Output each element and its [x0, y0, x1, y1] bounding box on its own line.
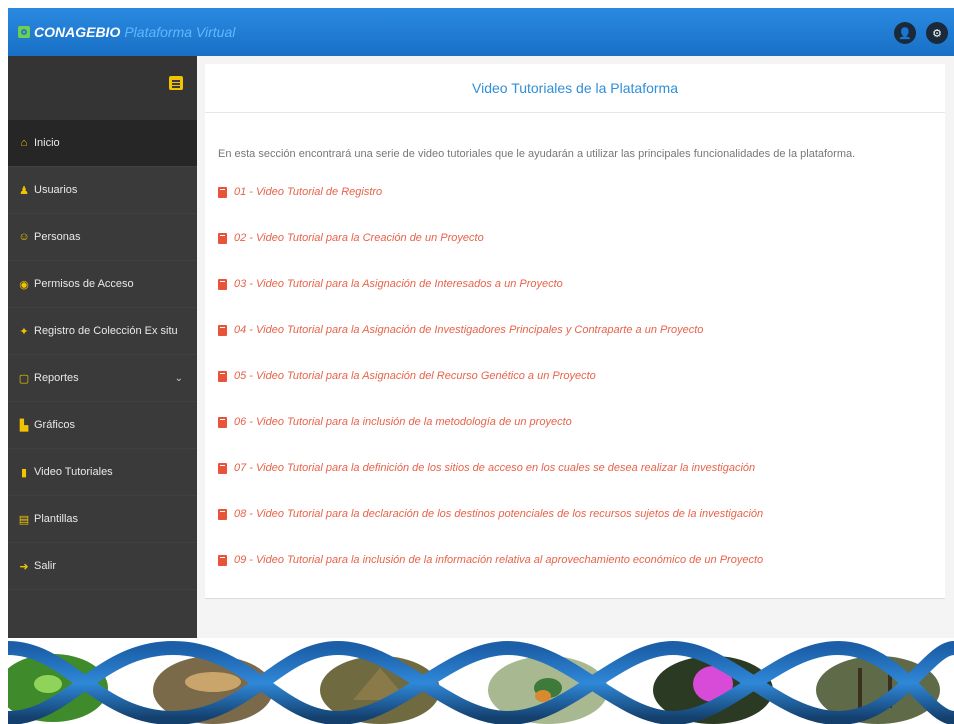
video-link-02[interactable]: 02 - Video Tutorial para la Creación de … — [218, 232, 763, 278]
sidebar-item-label: Salir — [34, 560, 57, 572]
sidebar-nav: ⌂ Inicio ♟ Usuarios ☺ Personas ◉ Permiso… — [8, 120, 197, 590]
sidebar-item-label: Plantillas — [34, 513, 79, 525]
conagebio-logo-icon — [18, 26, 30, 38]
video-link-09[interactable]: 09 - Video Tutorial para la inclusión de… — [218, 554, 763, 600]
chevron-down-icon[interactable]: ⌄ — [175, 373, 183, 384]
book-icon — [218, 325, 227, 336]
dna-helix-banner-image — [8, 640, 954, 724]
book-icon: ▮ — [20, 466, 28, 479]
exit-icon: ➜ — [19, 560, 29, 573]
book-icon — [218, 371, 227, 382]
tree-trunk — [858, 668, 862, 708]
biodiversity-banner — [8, 638, 954, 724]
video-link-label: 04 - Video Tutorial para la Asignación d… — [234, 324, 704, 336]
sidebar-header — [8, 56, 197, 120]
book-icon — [218, 279, 227, 290]
sidebar-item-label: Usuarios — [34, 184, 78, 196]
video-link-label: 02 - Video Tutorial para la Creación de … — [234, 232, 484, 244]
people-icon: ☺ — [18, 231, 30, 243]
brand-name: CONAGEBIO — [34, 24, 121, 40]
video-link-03[interactable]: 03 - Video Tutorial para la Asignación d… — [218, 278, 763, 324]
sidebar-item-label: Reportes — [34, 372, 79, 384]
sidebar-item-label: Permisos de Acceso — [34, 278, 134, 290]
users-icon: ♟ — [19, 184, 29, 197]
sidebar-item-label: Gráficos — [34, 419, 75, 431]
page-title: Video Tutoriales de la Plataforma — [205, 64, 945, 113]
book-icon — [218, 555, 227, 566]
video-link-label: 09 - Video Tutorial para la inclusión de… — [234, 554, 764, 566]
video-link-label: 08 - Video Tutorial para la declaración … — [234, 508, 764, 520]
mushroom-cap — [185, 672, 241, 692]
book-icon — [218, 233, 227, 244]
book-icon — [218, 509, 227, 520]
intro-text: En esta sección encontrará una serie de … — [218, 148, 856, 160]
frog-figure — [34, 675, 62, 693]
sidebar-item-salir[interactable]: ➜ Salir — [8, 543, 197, 590]
main-content: Video Tutoriales de la Plataforma En est… — [197, 56, 954, 638]
brand-logo[interactable]: CONAGEBIO Plataforma Virtual — [18, 22, 235, 42]
video-link-04[interactable]: 04 - Video Tutorial para la Asignación d… — [218, 324, 763, 370]
settings-icon[interactable]: ⚙ — [926, 22, 948, 44]
sidebar-item-graficos[interactable]: ▙ Gráficos — [8, 402, 197, 449]
sidebar-item-usuarios[interactable]: ♟ Usuarios — [8, 167, 197, 214]
video-link-01[interactable]: 01 - Video Tutorial de Registro — [218, 186, 763, 232]
video-link-05[interactable]: 05 - Video Tutorial para la Asignación d… — [218, 370, 763, 416]
sidebar-item-registro-coleccion[interactable]: ✦ Registro de Colección Ex situ — [8, 308, 197, 355]
sidebar-item-video-tutoriales[interactable]: ▮ Video Tutoriales — [8, 449, 197, 496]
video-tutorial-list: 01 - Video Tutorial de Registro 02 - Vid… — [218, 186, 763, 600]
template-icon: ▤ — [18, 513, 30, 526]
sidebar-item-plantillas[interactable]: ▤ Plantillas — [8, 496, 197, 543]
sidebar-item-label: Personas — [34, 231, 81, 243]
content-panel: Video Tutoriales de la Plataforma En est… — [205, 64, 945, 599]
book-icon — [218, 417, 227, 428]
bird-breast — [535, 690, 551, 702]
home-icon: ⌂ — [20, 137, 28, 149]
video-link-08[interactable]: 08 - Video Tutorial para la declaración … — [218, 508, 763, 554]
chart-icon: ▙ — [19, 419, 29, 432]
book-icon — [218, 187, 227, 198]
video-link-07[interactable]: 07 - Video Tutorial para la definición d… — [218, 462, 763, 508]
video-link-label: 07 - Video Tutorial para la definición d… — [234, 462, 756, 474]
access-icon: ◉ — [19, 278, 29, 291]
video-link-label: 03 - Video Tutorial para la Asignación d… — [234, 278, 563, 290]
video-link-label: 05 - Video Tutorial para la Asignación d… — [234, 370, 596, 382]
sidebar-item-inicio[interactable]: ⌂ Inicio — [8, 120, 197, 167]
video-link-label: 01 - Video Tutorial de Registro — [234, 186, 383, 198]
sidebar: ⌂ Inicio ♟ Usuarios ☺ Personas ◉ Permiso… — [8, 56, 197, 638]
sidebar-item-permisos[interactable]: ◉ Permisos de Acceso — [8, 261, 197, 308]
top-navbar: CONAGEBIO Plataforma Virtual 👤 ⚙ — [8, 8, 954, 56]
hamburger-icon[interactable] — [169, 76, 183, 90]
sidebar-item-label: Inicio — [34, 137, 60, 149]
sidebar-item-reportes[interactable]: ▢ Reportes ⌄ — [8, 355, 197, 402]
user-icon[interactable]: 👤 — [894, 22, 916, 44]
report-icon: ▢ — [18, 372, 30, 385]
sidebar-item-label: Video Tutoriales — [34, 466, 113, 478]
book-icon — [218, 463, 227, 474]
video-link-label: 06 - Video Tutorial para la inclusión de… — [234, 416, 572, 428]
bird-icon: ✦ — [19, 325, 29, 338]
sidebar-item-label: Registro de Colección Ex situ — [34, 325, 178, 337]
video-link-06[interactable]: 06 - Video Tutorial para la inclusión de… — [218, 416, 763, 462]
brand-subtitle: Plataforma Virtual — [124, 24, 236, 40]
sidebar-item-personas[interactable]: ☺ Personas — [8, 214, 197, 261]
